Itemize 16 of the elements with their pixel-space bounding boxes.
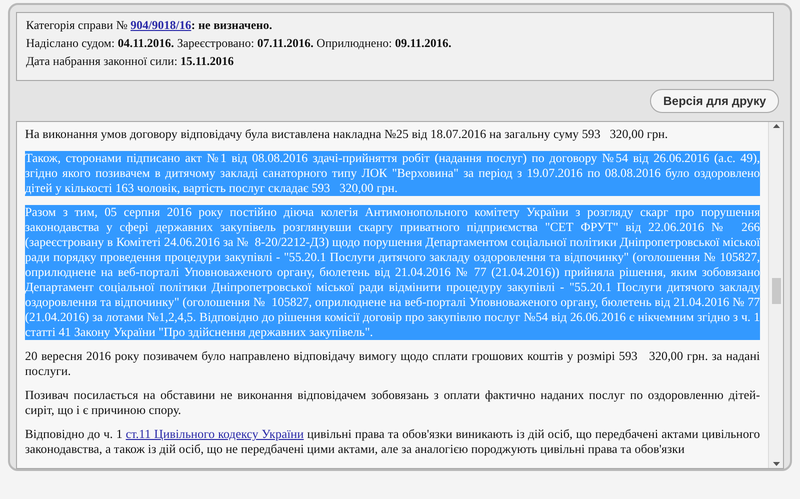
document-paragraph: 20 вересня 2016 року позивачем було направлено відповідачу вимогу щодо сплати грошових коштів у розмірі 593 320,00 грн. за надані послуги. — [25, 349, 760, 379]
scroll-down-icon[interactable] — [772, 462, 780, 466]
print-version-button[interactable]: Версія для друку — [650, 89, 779, 113]
scroll-up-icon[interactable] — [772, 124, 780, 128]
document-paragraph: Позивач посилається на обставини не виконання відповідачем зобовязань з оплати фактично наданих послуг по оздоровленню дітей-сиріт, що і є причиною спору. — [25, 388, 760, 418]
case-info-line: Надіслано судом: 04.11.2016. Зареєстровано: 07.11.2016. Оприлюднено: 09.11.2016. — [26, 35, 452, 52]
case-link[interactable]: 904/9018/16 — [130, 18, 192, 32]
scrollbar-thumb[interactable] — [772, 278, 780, 304]
document-paragraph: Також, сторонами підписано акт №1 від 08.08.2016 здачі-прийняття робіт (надання послуг) по договору №54 від 26.06.2016 (а.с. 49), згідно якого позивачем в дитячому закладі санаторного типу ЛОК "Верховина" за період з 19.07.2016 по 08.08.2016 було оздоровлено дітей у кількості 163 чоловік, вартість послуг складає 593 320,00 грн. — [25, 151, 760, 196]
case-info-line: Категорія справи № 904/9018/16: не визначено. — [26, 17, 274, 34]
document-paragraph: Разом з тим, 05 серпня 2016 року постійно діюча колегія Антимонопольного комітету України з розгляду скарг про порушення законодавства у сфері державних закупівель розглянувши скаргу приватного підприємства "СЕТ ФРУТ" від 22.06.2016 № 266 (зареєстровану в Комітеті 24.06.2016 за № 8-20/2212-ДЗ) щодо порушення Департаментом соціальної політики Дніпропетровської міської ради порядку проведення процедури закупівлі - "55.20.1 Послуги дитячого закладу оздоровлення та відпочинку" (оголошення № 105827, оприлюднене на веб-порталі Уповноваженого органу, бюлетень від 21.04.2016 № 77 (21.04.2016)) прийняла рішення, яким зобовязано Департамент соціальної політики Дніпропетровської міської ради відмінити процедуру закупівлі - "55.20.1 Послуги дитячого закладу оздоровлення та відпочинку" (оголошення № 105827, оприлюднене на веб-порталі Уповноваженого органу, бюлетень від 21.04.2016 № 77 (21.04.2016) за лотами №1,2,4,5. Відповідно до рішення комісії договір про закупівлю послуг №54 від 26.06.2016 є нікчемним згідно з ч. 1 статті 41 Закону України "Про здійснення державних закупівель". — [25, 205, 760, 340]
case-info-line: Дата набрання законної сили: 15.11.2016 — [26, 53, 235, 70]
scrollbar[interactable] — [768, 122, 783, 468]
law-link[interactable]: ст.11 Цивільного кодексу України — [126, 427, 304, 441]
document-paragraph: Відповідно до ч. 1 ст.11 Цивільного кодексу України цивільні права та обов'язки виникають із дій осіб, що передбачені актами цивільного законодавства, а також із дій осіб, що не передбачені цими актами, але за аналогією породжують цивільні права та обов'язки — [25, 427, 760, 457]
document-paragraph: На виконання умов договору відповідачу була виставлена накладна №25 від 18.07.2016 на загальну суму 593 320,00 грн. — [25, 127, 669, 142]
